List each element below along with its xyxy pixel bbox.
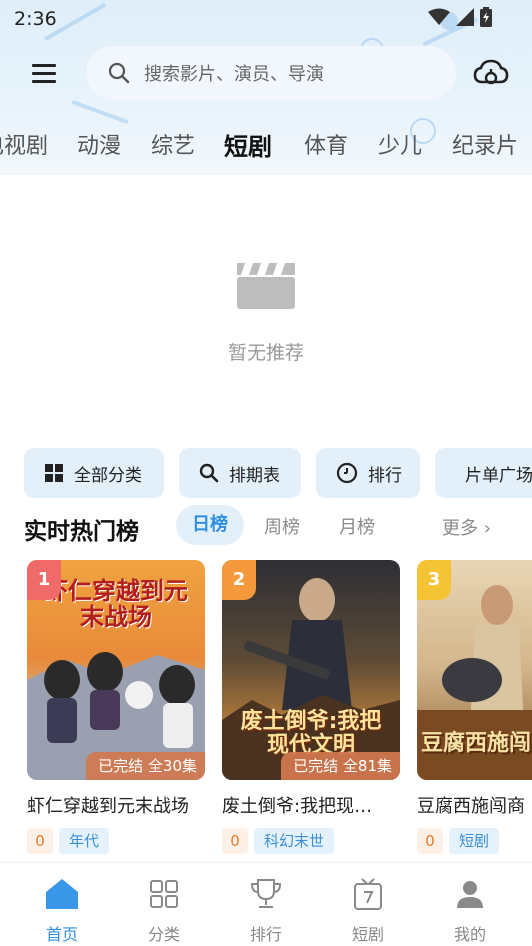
all-categories-button[interactable]: 全部分类 <box>24 448 164 498</box>
app-header: 搜索影片、演员、导演 <box>0 44 532 102</box>
tab-weekly[interactable]: 周榜 <box>264 513 300 539</box>
drama-card[interactable]: 虾仁穿越到元末战场 1 已完结 全30集 虾仁穿越到元末战场 0 年代 <box>27 560 205 854</box>
search-icon <box>199 463 219 483</box>
poster-image[interactable]: 豆腐西施闯商 3 <box>417 560 532 780</box>
tab-monthly[interactable]: 月榜 <box>339 513 375 539</box>
clapperboard-icon <box>237 263 295 309</box>
search-placeholder: 搜索影片、演员、导演 <box>144 64 324 85</box>
search-input[interactable]: 搜索影片、演员、导演 <box>86 46 456 100</box>
ranking-label: 排行 <box>368 465 402 486</box>
recommendation-empty-state: 暂无推荐 <box>0 175 532 435</box>
nav-label: 排行 <box>249 925 282 944</box>
tab-sports[interactable]: 体育 <box>304 128 348 160</box>
signal-icon <box>456 8 474 26</box>
card-meta: 0 短剧 <box>417 828 532 854</box>
genre-tag: 科幻末世 <box>254 828 335 854</box>
nav-label: 短剧 <box>351 925 384 944</box>
quick-access-bar: 全部分类 排期表 排行 片单广场 <box>0 448 532 500</box>
completion-status: 已完结 全30集 <box>86 752 205 780</box>
menu-icon-bar <box>32 71 56 75</box>
menu-button[interactable] <box>26 58 62 88</box>
tab-anime[interactable]: 动漫 <box>77 128 121 160</box>
schedule-label: 排期表 <box>229 465 280 486</box>
section-title: 实时热门榜 <box>24 519 139 545</box>
poster-image[interactable]: 虾仁穿越到元末战场 1 已完结 全30集 <box>27 560 205 780</box>
rank-badge: 1 <box>27 560 61 600</box>
card-title[interactable]: 虾仁穿越到元末战场 <box>27 792 205 818</box>
score-badge: 0 <box>417 828 443 854</box>
clock-icon <box>336 462 358 484</box>
playlist-square-button[interactable]: 片单广场 <box>435 448 532 498</box>
hot-ranking-header: 实时热门榜 日榜 周榜 月榜 更多 › <box>0 503 532 549</box>
nav-label: 首页 <box>45 925 78 944</box>
drama-card[interactable]: 废土倒爷:我把现代文明 2 已完结 全81集 废土倒爷:我把现… 0 科幻末世 <box>222 560 400 854</box>
home-icon <box>46 879 78 909</box>
tab-daily[interactable]: 日榜 <box>176 505 244 545</box>
wifi-icon <box>428 8 450 25</box>
genre-tag: 年代 <box>59 828 110 854</box>
card-title[interactable]: 废土倒爷:我把现… <box>222 792 400 818</box>
battery-icon <box>480 7 492 27</box>
poster-image[interactable]: 废土倒爷:我把现代文明 2 已完结 全81集 <box>222 560 400 780</box>
grid-icon <box>45 464 63 482</box>
drama-card[interactable]: 豆腐西施闯商 3 豆腐西施闯商 0 短剧 <box>417 560 532 854</box>
trophy-icon <box>250 879 282 908</box>
more-link[interactable]: 更多 › <box>442 514 491 540</box>
nav-label: 分类 <box>147 925 180 944</box>
cloud-icon[interactable] <box>472 54 510 92</box>
nav-short-drama[interactable]: 短剧 <box>328 877 408 945</box>
nav-home[interactable]: 首页 <box>22 877 102 945</box>
ranking-button[interactable]: 排行 <box>316 448 420 498</box>
rank-badge: 2 <box>222 560 256 600</box>
score-badge: 0 <box>27 828 53 854</box>
hot-ranking-list: 虾仁穿越到元末战场 1 已完结 全30集 虾仁穿越到元末战场 0 年代 废土倒爷… <box>0 560 532 860</box>
status-icons <box>428 7 492 27</box>
tab-short-drama[interactable]: 短剧 <box>224 127 272 162</box>
tab-kids[interactable]: 少儿 <box>378 128 422 160</box>
nav-profile[interactable]: 我的 <box>430 877 510 945</box>
all-categories-label: 全部分类 <box>74 465 142 486</box>
card-meta: 0 科幻末世 <box>222 828 400 854</box>
card-meta: 0 年代 <box>27 828 205 854</box>
score-badge: 0 <box>222 828 248 854</box>
category-tabs: 电视剧 动漫 综艺 短剧 体育 少儿 纪录片 <box>0 118 532 168</box>
nav-ranking[interactable]: 排行 <box>226 877 306 945</box>
menu-icon-bar <box>32 79 56 83</box>
category-icon <box>150 880 178 908</box>
tab-tv-series[interactable]: 电视剧 <box>0 128 48 160</box>
schedule-button[interactable]: 排期表 <box>179 448 301 498</box>
card-title[interactable]: 豆腐西施闯商 <box>417 792 532 818</box>
completion-status: 已完结 全81集 <box>281 752 400 780</box>
bottom-navigation: 首页 分类 排行 短剧 我的 <box>0 862 532 946</box>
empty-state-text: 暂无推荐 <box>227 342 304 364</box>
status-time: 2:36 <box>14 8 57 30</box>
nav-label: 我的 <box>453 925 486 944</box>
poster-title-text: 豆腐西施闯商 <box>421 731 532 756</box>
genre-tag: 短剧 <box>449 828 500 854</box>
playlist-square-label: 片单广场 <box>465 465 532 486</box>
rank-badge: 3 <box>417 560 451 600</box>
tab-documentary[interactable]: 纪录片 <box>452 128 518 160</box>
status-bar: 2:36 <box>0 0 532 36</box>
tv-icon <box>354 878 382 910</box>
nav-category[interactable]: 分类 <box>124 877 204 945</box>
user-icon <box>457 881 483 908</box>
search-icon <box>108 62 130 84</box>
menu-icon-bar <box>32 63 56 67</box>
tab-variety[interactable]: 综艺 <box>151 128 195 160</box>
